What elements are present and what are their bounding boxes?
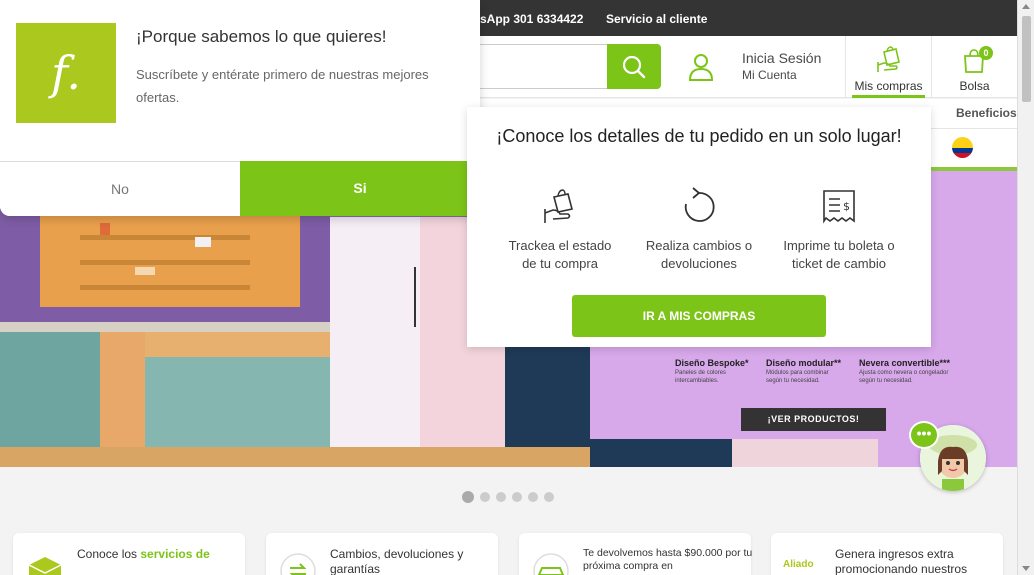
dark-blocks-image <box>590 439 878 467</box>
aliado-card[interactable]: Aliado Genera ingresos extra promocionan… <box>771 533 1003 575</box>
search-button[interactable] <box>607 44 661 89</box>
subscribe-yes-button[interactable]: Si <box>240 161 480 216</box>
carousel-dot[interactable] <box>528 492 538 502</box>
feature-modular: Diseño modular** Módulos para combinar s… <box>766 358 842 384</box>
active-underline <box>852 95 925 98</box>
shopping-bag-hand-icon <box>877 46 900 72</box>
orders-popup: ¡Conoce los detalles de tu pedido en un … <box>467 107 931 347</box>
customer-service-link[interactable]: Servicio al cliente <box>606 12 707 26</box>
search-input[interactable] <box>470 44 610 89</box>
bag-label: Bolsa <box>959 79 990 93</box>
track-order-item: Trackea el estado de tu compra <box>490 187 630 273</box>
colombia-flag-icon[interactable] <box>952 137 973 158</box>
returns-item: Realiza cambios o devoluciones <box>629 187 769 273</box>
my-orders-label: Mis compras <box>854 79 923 93</box>
whatsapp-link[interactable]: sApp 301 6334422 <box>480 12 583 26</box>
print-receipt-item: $ Imprime tu boleta o ticket de cambio <box>769 187 909 273</box>
scroll-up-icon[interactable] <box>1022 4 1030 9</box>
feature-convertible: Nevera convertible*** Ajusta como nevera… <box>859 358 951 384</box>
login-title[interactable]: Inicia Sesión <box>742 50 821 66</box>
box-icon <box>28 557 62 575</box>
scroll-down-icon[interactable] <box>1022 566 1030 571</box>
carousel-dot[interactable] <box>496 492 506 502</box>
orders-popup-title: ¡Conoce los detalles de tu pedido en un … <box>496 126 902 146</box>
subscribe-no-button[interactable]: No <box>0 161 240 216</box>
carousel-dot[interactable] <box>480 492 490 502</box>
my-account-link[interactable]: Mi Cuenta <box>742 68 797 82</box>
search-icon <box>622 55 646 78</box>
hand-bag-icon <box>544 189 573 223</box>
my-orders-button[interactable]: Mis compras <box>846 36 931 98</box>
exchange-icon <box>280 553 316 575</box>
subscribe-text: Suscríbete y entérate primero de nuestra… <box>136 67 429 105</box>
carousel-dots <box>462 491 554 503</box>
subscribe-popup: f. ¡Porque sabemos lo que quieres! Suscr… <box>0 0 480 216</box>
bag-count-badge: 0 <box>979 46 993 60</box>
feature-bespoke: Diseño Bespoke* Paneles de colores inter… <box>675 358 749 384</box>
return-arrow-icon <box>684 187 715 222</box>
carousel-dot[interactable] <box>462 491 474 503</box>
carousel-dot[interactable] <box>544 492 554 502</box>
refund-card[interactable]: Te devolvemos hasta $90.000 por tu próxi… <box>519 533 752 575</box>
go-to-orders-button[interactable]: IR A MIS COMPRAS <box>572 295 826 337</box>
returns-card[interactable]: Cambios, devoluciones y garantías <box>266 533 498 575</box>
service-card-text: Conoce los servicios de <box>77 547 210 561</box>
page-scrollbar[interactable] <box>1017 0 1034 575</box>
refund-card-text: Te devolvemos hasta $90.000 por tu próxi… <box>583 547 753 573</box>
nav-item-beneficios[interactable]: Beneficios <box>956 106 1017 120</box>
aliado-icon: Aliado <box>783 559 814 570</box>
car-icon <box>533 553 569 575</box>
aliado-card-text: Genera ingresos extra promocionando nues… <box>835 547 968 575</box>
view-products-button[interactable]: ¡VER PRODUCTOS! <box>741 408 886 431</box>
falabella-logo: f. <box>16 23 116 123</box>
service-card[interactable]: Conoce los servicios de <box>13 533 245 575</box>
carousel-dot[interactable] <box>512 492 522 502</box>
chat-typing-icon: ••• <box>909 421 939 449</box>
scroll-thumb[interactable] <box>1022 16 1031 102</box>
subscribe-title: ¡Porque sabemos lo que quieres! <box>136 27 387 46</box>
bag-button[interactable]: 0 Bolsa <box>932 36 1017 98</box>
returns-card-text: Cambios, devoluciones y garantías <box>330 547 464 575</box>
user-icon[interactable] <box>686 52 716 82</box>
svg-text:$: $ <box>843 200 850 213</box>
receipt-icon: $ <box>823 190 855 224</box>
